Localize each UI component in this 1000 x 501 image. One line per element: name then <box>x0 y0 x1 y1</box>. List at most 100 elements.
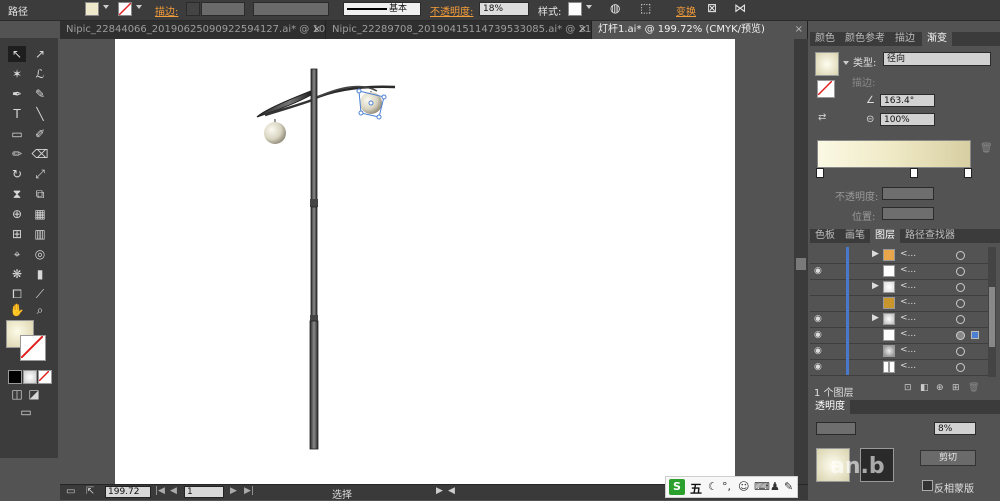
visibility-eye-icon[interactable]: ◉ <box>814 314 824 324</box>
opacity-field[interactable]: 18% <box>479 2 529 16</box>
tab-doc-2[interactable]: Nipic_22289708_20190415114739533085.ai* … <box>326 21 592 39</box>
scale-tool-icon[interactable]: ⤢ <box>31 166 49 182</box>
layer-row[interactable]: ◉ <... <box>810 263 988 280</box>
hand-tool-icon[interactable]: ✋ <box>8 302 26 318</box>
transparency-opacity-field[interactable]: 8% <box>934 422 976 435</box>
target-circle-icon[interactable] <box>956 347 965 356</box>
aspect-ratio-field[interactable]: 100% <box>880 113 935 126</box>
delete-stop-icon[interactable]: 🗑 <box>980 143 993 154</box>
status-menu-icon[interactable]: ▶ <box>436 486 443 496</box>
tab-doc-1[interactable]: Nipic_22844066_20190625090922594127.ai* … <box>60 21 326 39</box>
layer-row[interactable]: ▶ <... <box>810 279 988 296</box>
angle-field[interactable]: 163.4° <box>880 94 935 107</box>
layer-row[interactable]: ◉ <... <box>810 343 988 360</box>
visibility-eye-icon[interactable]: ◉ <box>814 330 824 340</box>
blend-mode-dropdown[interactable] <box>816 422 856 435</box>
new-sublayer-icon[interactable]: ⊕ <box>936 383 944 393</box>
visibility-eye-icon[interactable]: ◉ <box>814 362 824 372</box>
clip-button[interactable]: 剪切 <box>920 450 976 466</box>
tab-swatches[interactable]: 色板 <box>810 229 840 243</box>
free-transform-tool-icon[interactable]: ⧉ <box>31 186 49 202</box>
slice-tool-icon[interactable]: ⟋ <box>31 286 49 302</box>
mesh-tool-icon[interactable]: ⊞ <box>8 226 26 242</box>
gradient-stop-end[interactable] <box>964 168 972 178</box>
first-page-icon[interactable]: |◀ <box>155 486 165 496</box>
layers-scrollbar[interactable] <box>988 247 996 377</box>
curvature-tool-icon[interactable]: ✎ <box>31 86 49 102</box>
next-page-icon[interactable]: ▶ <box>230 486 237 496</box>
eyedropper-tool-icon[interactable]: ⌖ <box>8 246 26 262</box>
tab-gradient[interactable]: 渐变 <box>922 32 952 46</box>
symbol-sprayer-tool-icon[interactable]: ❋ <box>8 266 26 282</box>
expand-arrow-icon[interactable]: ▶ <box>872 313 879 323</box>
paintbrush-tool-icon[interactable]: ✐ <box>31 126 49 142</box>
tab-color-guide[interactable]: 颜色参考 <box>840 32 890 46</box>
layer-row[interactable]: <... <box>810 295 988 312</box>
stroke-dropdown-icon[interactable] <box>136 5 142 9</box>
locate-object-icon[interactable]: ⊡ <box>904 383 912 393</box>
type-tool-icon[interactable]: T <box>8 106 26 122</box>
tab-transparency[interactable]: 透明度 <box>810 400 850 414</box>
layer-row[interactable]: ▶ <... <box>810 247 988 264</box>
reverse-gradient-icon[interactable]: ⇄ <box>818 112 826 123</box>
fill-swatch[interactable] <box>85 2 99 16</box>
none-mode-icon[interactable] <box>38 370 52 384</box>
tab-color[interactable]: 颜色 <box>810 32 840 46</box>
stroke-label[interactable]: 描边: <box>155 3 178 18</box>
recolor-icon[interactable]: ◍ <box>610 1 620 15</box>
invert-mask-checkbox[interactable] <box>922 480 933 491</box>
transform-link[interactable]: 变换 <box>676 3 696 18</box>
zoom-tool-icon[interactable]: ⌕ <box>31 302 49 318</box>
lasso-tool-icon[interactable]: ℒ <box>31 66 49 82</box>
ime-moon-icon[interactable]: ☾ <box>708 480 718 493</box>
gradient-preview[interactable] <box>815 52 839 76</box>
ime-keyboard-icon[interactable]: ⌨ <box>754 480 770 493</box>
stop-opacity-field[interactable] <box>882 187 934 200</box>
gradient-stop-start[interactable] <box>816 168 824 178</box>
selection-tool-icon[interactable]: ↖ <box>8 46 26 62</box>
artboard[interactable] <box>115 39 735 484</box>
layers-scrollbar-thumb[interactable] <box>989 287 995 347</box>
color-mode-icon[interactable] <box>8 370 22 384</box>
export-icon[interactable]: ⇱ <box>86 486 94 497</box>
opacity-label[interactable]: 不透明度: <box>430 3 473 18</box>
ime-emoji-icon[interactable]: ☺ <box>738 480 749 493</box>
vertical-scrollbar[interactable] <box>794 39 808 484</box>
delete-layer-icon[interactable]: 🗑 <box>968 383 979 393</box>
blend-tool-icon[interactable]: ◎ <box>31 246 49 262</box>
style-dropdown-icon[interactable] <box>586 5 592 9</box>
prev-page-icon[interactable]: ◀ <box>170 486 177 496</box>
target-circle-icon[interactable] <box>956 363 965 372</box>
graphic-style-swatch[interactable] <box>568 2 582 16</box>
tab-pathfinder[interactable]: 路径查找器 <box>900 229 960 243</box>
target-circle-icon[interactable] <box>956 251 965 260</box>
gradient-slider[interactable] <box>817 140 971 168</box>
target-circle-icon[interactable] <box>956 267 965 276</box>
gradient-stop-mid[interactable] <box>910 168 918 178</box>
close-icon[interactable]: × <box>795 21 803 39</box>
ime-punct-icon[interactable]: °, <box>722 480 731 493</box>
fill-dropdown-icon[interactable] <box>103 5 109 9</box>
target-circle-icon[interactable] <box>956 331 965 340</box>
rotate-tool-icon[interactable]: ↻ <box>8 166 26 182</box>
tab-brushes[interactable]: 画笔 <box>840 229 870 243</box>
gradient-preset-dropdown-icon[interactable] <box>843 61 849 65</box>
screen-mode-icon[interactable]: ▭ <box>17 404 35 420</box>
ime-user-icon[interactable]: ♟ <box>770 480 780 493</box>
column-graph-tool-icon[interactable]: ▮ <box>31 266 49 282</box>
visibility-eye-icon[interactable]: ◉ <box>814 346 824 356</box>
last-page-icon[interactable]: ▶| <box>244 486 254 496</box>
expand-arrow-icon[interactable]: ▶ <box>872 249 879 259</box>
isolate-icon[interactable]: ⊠ <box>707 1 717 15</box>
rectangle-tool-icon[interactable]: ▭ <box>8 126 26 142</box>
page-field[interactable]: 1 <box>184 486 224 498</box>
gradient-mode-icon[interactable] <box>23 370 37 384</box>
target-circle-icon[interactable] <box>956 283 965 292</box>
selection-indicator-icon[interactable] <box>971 331 979 339</box>
tab-stroke[interactable]: 描边 <box>890 32 920 46</box>
stroke-weight-stepper[interactable] <box>186 2 200 16</box>
target-circle-icon[interactable] <box>956 315 965 324</box>
new-layer-icon[interactable]: ⊞ <box>952 383 960 393</box>
direct-selection-tool-icon[interactable]: ↗ <box>31 46 49 62</box>
eraser-tool-icon[interactable]: ⌫ <box>31 146 49 162</box>
